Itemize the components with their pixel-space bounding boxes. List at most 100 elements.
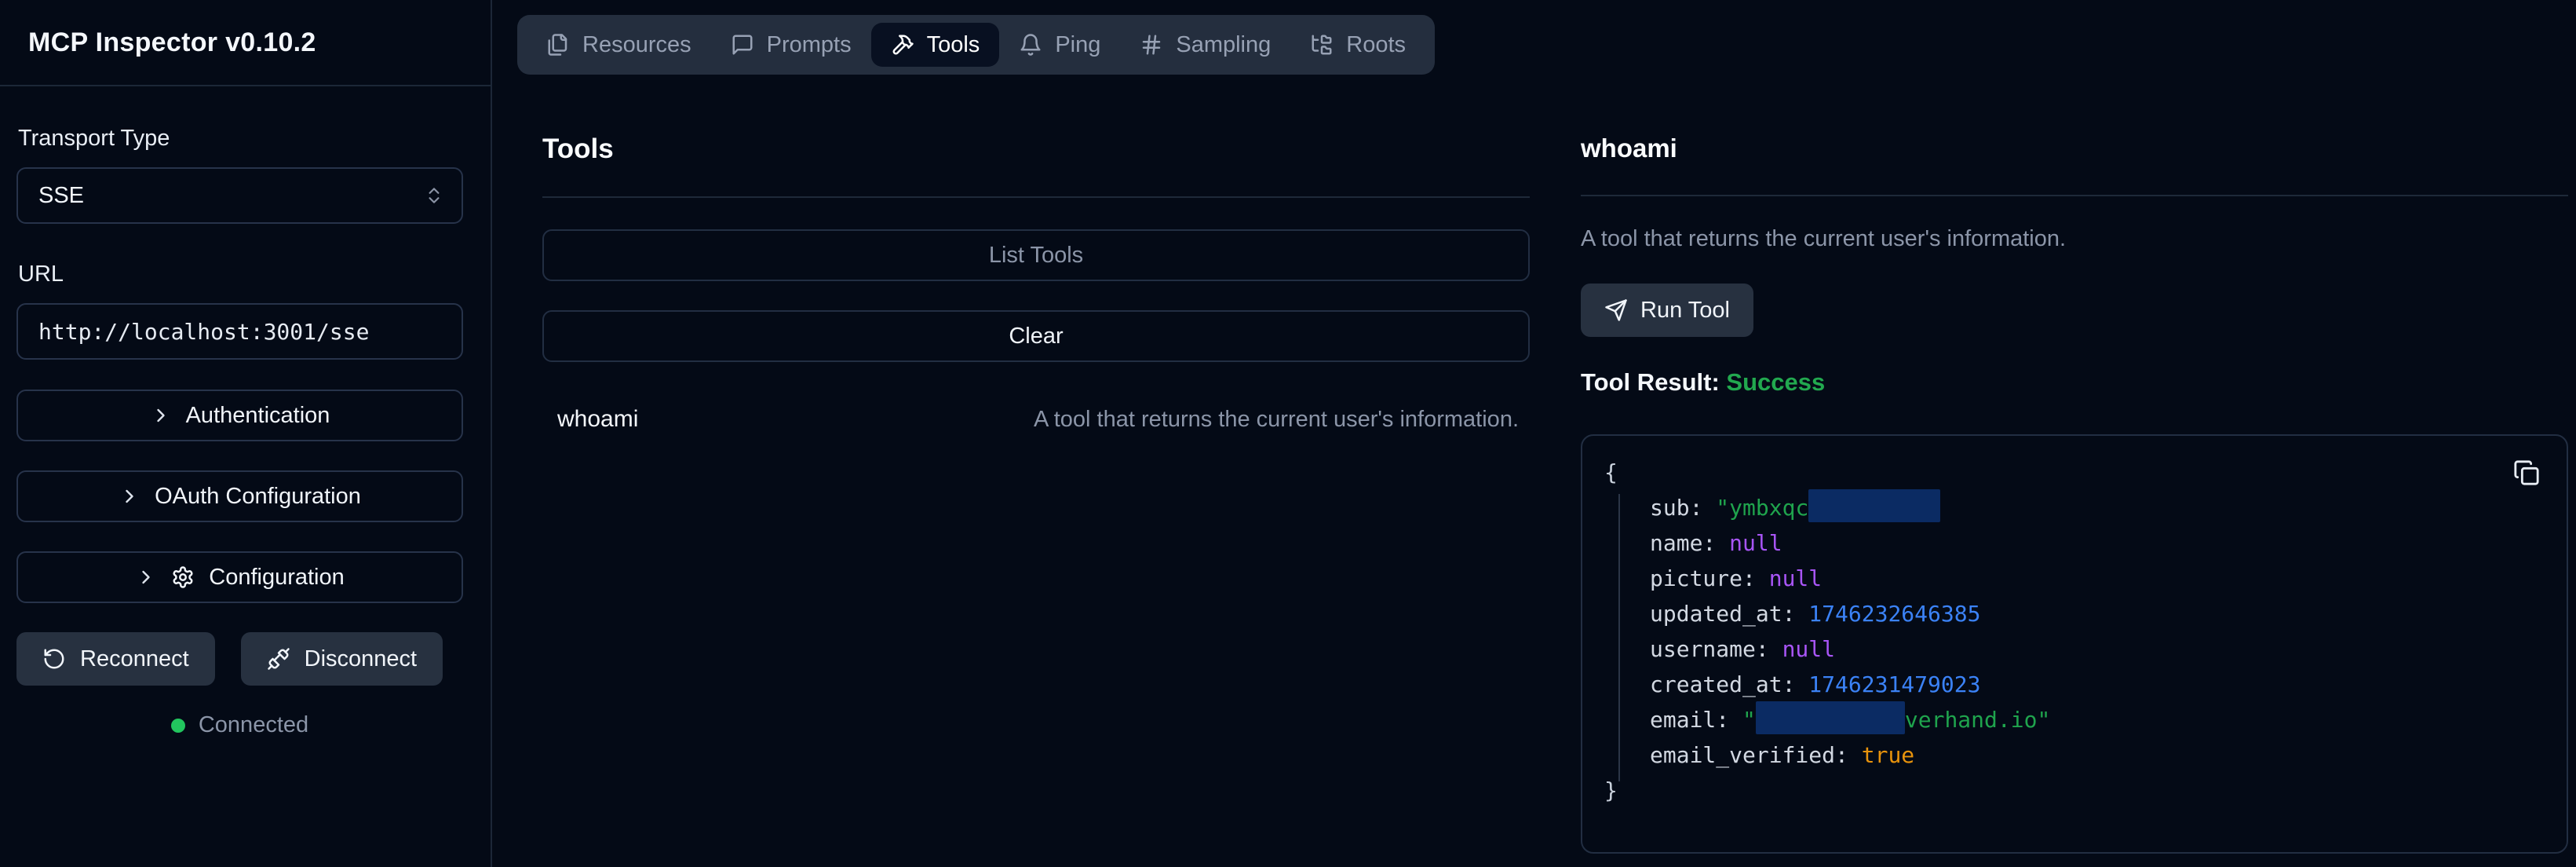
detail-description: A tool that returns the current user's i… (1581, 226, 2568, 252)
status-dot (171, 719, 185, 733)
json-string-value: " (1742, 707, 1756, 733)
json-line-picture: picture: null (1604, 561, 2567, 596)
tab-label: Ping (1055, 32, 1100, 58)
sidebar: MCP Inspector v0.10.2 Transport Type SSE… (0, 0, 492, 867)
tools-panel-heading: Tools (542, 134, 1530, 165)
chevron-right-icon (135, 566, 157, 588)
sidebar-body: Transport Type SSE URL http://localhost:… (0, 86, 491, 738)
result-json: { sub: "ymbxqc name: null picture: null … (1604, 455, 2567, 808)
json-key: picture: (1650, 565, 1756, 591)
divider (542, 196, 1530, 198)
connection-buttons-row: Reconnect Disconnect (16, 632, 463, 686)
json-number-value: 1746231479023 (1808, 671, 1980, 697)
json-line-name: name: null (1604, 525, 2567, 561)
tool-result-status: Success (1726, 368, 1825, 396)
configuration-button-label: Configuration (209, 565, 345, 591)
send-icon (1604, 298, 1628, 322)
connection-status: Connected (16, 712, 463, 738)
status-text: Connected (199, 712, 308, 738)
chevron-right-icon (150, 404, 172, 426)
tools-panel: Tools List Tools Clear whoami A tool tha… (542, 134, 1530, 433)
json-key: username: (1650, 636, 1769, 662)
app-title: MCP Inspector v0.10.2 (28, 27, 316, 58)
url-input[interactable]: http://localhost:3001/sse (16, 303, 463, 360)
reconnect-button-label: Reconnect (80, 646, 189, 672)
json-key: email_verified: (1650, 742, 1848, 768)
run-tool-button[interactable]: Run Tool (1581, 284, 1753, 337)
tab-tools[interactable]: Tools (871, 23, 1000, 67)
divider (1581, 195, 2568, 196)
redaction (1808, 489, 1940, 522)
tab-sampling[interactable]: Sampling (1120, 23, 1290, 67)
oauth-configuration-button[interactable]: OAuth Configuration (16, 470, 463, 522)
list-tools-button[interactable]: List Tools (542, 229, 1530, 281)
json-null-value: null (1729, 530, 1782, 556)
clear-button[interactable]: Clear (542, 310, 1530, 362)
tool-name: whoami (557, 406, 638, 433)
json-null-value: null (1782, 636, 1835, 662)
hash-icon (1140, 33, 1163, 57)
gear-icon (171, 565, 195, 589)
oauth-configuration-button-label: OAuth Configuration (155, 484, 361, 510)
run-tool-button-label: Run Tool (1640, 298, 1730, 324)
tab-ping[interactable]: Ping (999, 23, 1120, 67)
json-line-username: username: null (1604, 631, 2567, 667)
json-number-value: 1746232646385 (1808, 601, 1980, 627)
json-key: email: (1650, 707, 1729, 733)
redaction (1756, 701, 1905, 734)
url-value: http://localhost:3001/sse (38, 319, 369, 345)
disconnect-button-label: Disconnect (305, 646, 417, 672)
tab-resources[interactable]: Resources (527, 23, 711, 67)
json-line-email-verified: email_verified: true (1604, 737, 2567, 773)
transport-type-label: Transport Type (18, 126, 463, 152)
json-null-value: null (1769, 565, 1822, 591)
tab-label: Roots (1346, 32, 1406, 58)
folder-tree-icon (1310, 33, 1334, 57)
json-key: updated_at: (1650, 601, 1795, 627)
transport-type-select[interactable]: SSE (16, 167, 463, 224)
authentication-button[interactable]: Authentication (16, 390, 463, 441)
disconnect-button[interactable]: Disconnect (241, 632, 443, 686)
json-close-brace: } (1604, 773, 2567, 808)
configuration-button[interactable]: Configuration (16, 551, 463, 603)
tool-result-line: Tool Result: Success (1581, 368, 2568, 397)
transport-type-value: SSE (38, 183, 84, 209)
unplug-icon (267, 647, 290, 671)
json-key: sub: (1650, 495, 1702, 521)
tab-roots[interactable]: Roots (1290, 23, 1425, 67)
tab-bar: Resources Prompts Tools Ping Sampling (517, 15, 1435, 75)
tab-label: Resources (582, 32, 691, 58)
reconnect-button[interactable]: Reconnect (16, 632, 215, 686)
hammer-icon (891, 33, 914, 57)
tool-result-box: { sub: "ymbxqc name: null picture: null … (1581, 434, 2568, 854)
detail-heading: whoami (1581, 134, 2568, 163)
indent-guide (1618, 494, 1620, 781)
json-open-brace: { (1604, 455, 2567, 490)
tab-prompts[interactable]: Prompts (711, 23, 871, 67)
tool-list-item-whoami[interactable]: whoami A tool that returns the current u… (542, 406, 1530, 433)
tool-detail-panel: whoami A tool that returns the current u… (1581, 134, 2568, 854)
tool-result-label: Tool Result: (1581, 368, 1720, 396)
bell-icon (1019, 33, 1042, 57)
tool-description: A tool that returns the current user's i… (1034, 407, 1519, 433)
rotate-ccw-icon (42, 647, 66, 671)
json-string-value: "ymbxqc (1716, 495, 1808, 521)
chevron-right-icon (119, 485, 140, 507)
json-key: created_at: (1650, 671, 1795, 697)
url-label: URL (18, 262, 463, 287)
files-icon (546, 33, 570, 57)
message-square-icon (731, 33, 754, 57)
json-key: name: (1650, 530, 1716, 556)
tab-label: Sampling (1176, 32, 1271, 58)
sidebar-header: MCP Inspector v0.10.2 (0, 0, 491, 86)
tab-label: Prompts (767, 32, 852, 58)
tab-label: Tools (927, 32, 980, 58)
json-line-updated-at: updated_at: 1746232646385 (1604, 596, 2567, 631)
json-boolean-value: true (1862, 742, 1914, 768)
json-string-value: verhand.io" (1905, 707, 2050, 733)
json-line-created-at: created_at: 1746231479023 (1604, 667, 2567, 702)
json-line-email: email: " verhand.io" (1604, 702, 2567, 737)
authentication-button-label: Authentication (186, 403, 330, 429)
json-line-sub: sub: "ymbxqc (1604, 490, 2567, 525)
chevrons-up-down-icon (424, 185, 444, 206)
